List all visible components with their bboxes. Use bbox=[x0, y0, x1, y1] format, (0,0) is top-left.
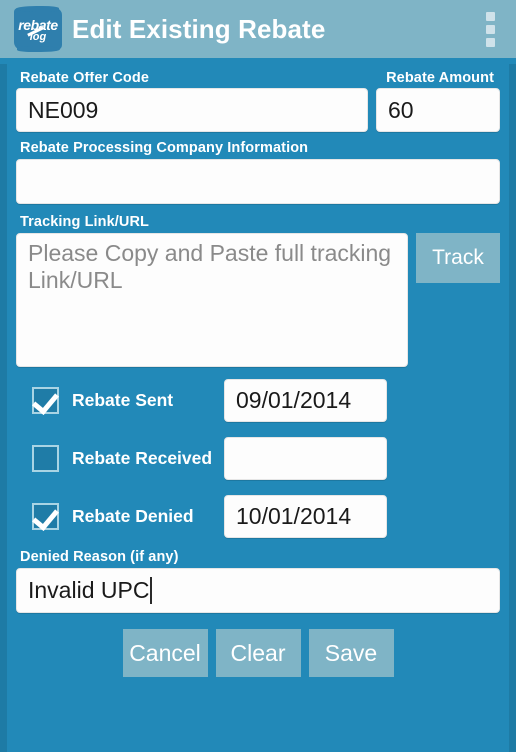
denied-reason-input[interactable]: Invalid UPC bbox=[16, 568, 500, 613]
rebate-received-checkbox[interactable] bbox=[32, 444, 59, 472]
rebate-denied-checkbox[interactable] bbox=[32, 502, 59, 530]
track-button[interactable]: Track bbox=[416, 233, 500, 283]
amount-input[interactable]: 60 bbox=[376, 88, 500, 132]
rebate-received-date-input[interactable] bbox=[224, 436, 387, 480]
rebate-sent-label: Rebate Sent bbox=[72, 389, 174, 410]
save-button[interactable]: Save bbox=[308, 629, 394, 677]
rebate-denied-label: Rebate Denied bbox=[72, 505, 194, 526]
tracking-row: Please Copy and Paste full tracking Link… bbox=[16, 233, 500, 367]
logo-line2: log bbox=[29, 31, 47, 43]
form-scroll-container[interactable]: Rebate Offer Code Rebate Amount NE009 60… bbox=[0, 64, 516, 752]
tracking-label: Tracking Link/URL bbox=[20, 214, 149, 230]
rebate-sent-row: Rebate Sent 09/01/2014 bbox=[16, 371, 500, 429]
overflow-menu-icon[interactable] bbox=[486, 12, 496, 47]
company-input[interactable] bbox=[16, 159, 500, 204]
denied-reason-value: Invalid UPC bbox=[28, 577, 150, 603]
overflow-dot bbox=[486, 38, 495, 47]
overflow-dot bbox=[486, 12, 495, 21]
page-title: Edit Existing Rebate bbox=[72, 13, 326, 44]
company-label: Rebate Processing Company Information bbox=[20, 140, 309, 156]
app-bar: rebate log Edit Existing Rebate bbox=[0, 0, 516, 58]
rebate-denied-date-input[interactable]: 10/01/2014 bbox=[224, 494, 387, 538]
rebate-received-label: Rebate Received bbox=[72, 447, 213, 468]
rebate-sent-date-input[interactable]: 09/01/2014 bbox=[224, 378, 387, 422]
rebate-sent-checkbox[interactable] bbox=[32, 386, 59, 414]
overflow-dot bbox=[486, 25, 495, 34]
rebate-denied-row: Rebate Denied 10/01/2014 bbox=[16, 487, 500, 545]
amount-label: Rebate Amount bbox=[386, 72, 494, 85]
offer-code-label: Rebate Offer Code bbox=[20, 72, 149, 85]
tracking-input[interactable]: Please Copy and Paste full tracking Link… bbox=[16, 233, 408, 367]
top-labels-row: Rebate Offer Code Rebate Amount bbox=[16, 72, 500, 85]
text-cursor bbox=[150, 577, 153, 604]
app-logo: rebate log bbox=[14, 6, 62, 52]
offer-amount-row: NE009 60 bbox=[16, 88, 500, 132]
denied-reason-label: Denied Reason (if any) bbox=[20, 549, 179, 565]
offer-code-input[interactable]: NE009 bbox=[16, 88, 368, 132]
cancel-button[interactable]: Cancel bbox=[122, 629, 208, 677]
clear-button[interactable]: Clear bbox=[215, 629, 301, 677]
action-button-row: Cancel Clear Save bbox=[16, 629, 500, 677]
rebate-received-row: Rebate Received bbox=[16, 429, 500, 487]
